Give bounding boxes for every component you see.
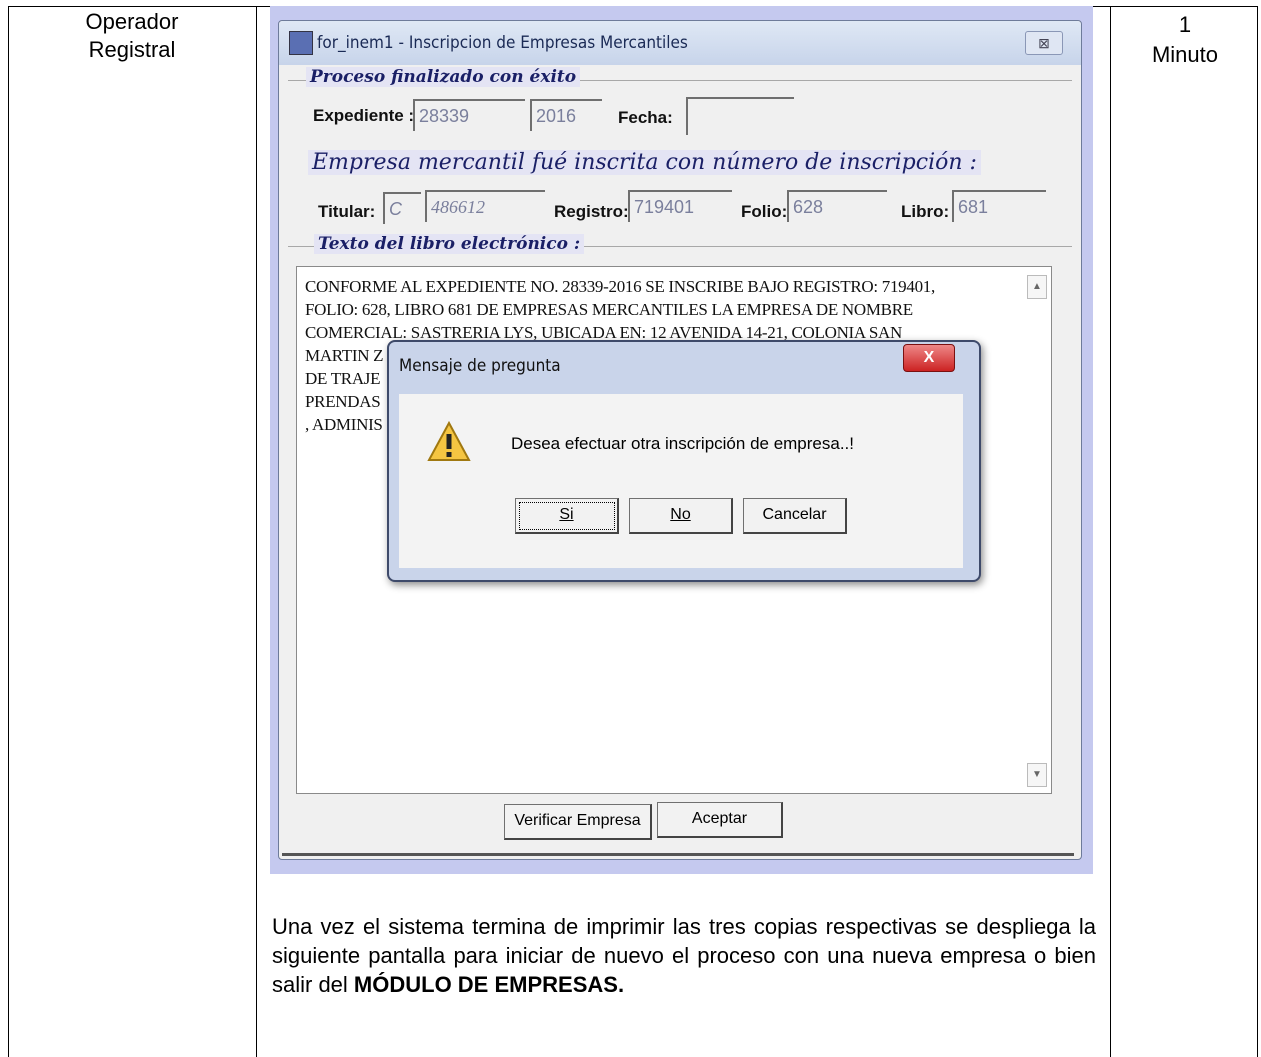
year-field[interactable]: 2016: [530, 99, 602, 131]
question-dialog: Mensaje de pregunta X Desea efectuar otr…: [387, 340, 981, 582]
fecha-label: Fecha:: [618, 108, 673, 127]
time-unit: Minuto: [1151, 42, 1219, 67]
inscription-heading: Empresa mercantil fué inscrita con númer…: [308, 150, 981, 175]
cancel-button[interactable]: Cancelar: [743, 498, 847, 534]
group-title-status: Proceso finalizado con éxito: [306, 67, 581, 87]
time-value: 1: [1178, 12, 1192, 37]
warning-icon: [427, 420, 471, 461]
window-title: for_inem1 - Inscripcion de Empresas Merc…: [317, 33, 688, 53]
folio-field[interactable]: 628: [787, 190, 887, 222]
libro-label: Libro:: [901, 202, 950, 221]
folio-label: Folio:: [741, 202, 788, 221]
dialog-close-icon[interactable]: X: [903, 344, 955, 372]
fecha-field[interactable]: [686, 97, 794, 135]
scroll-up-icon[interactable]: ▲: [1027, 275, 1047, 299]
verify-company-button[interactable]: Verificar Empresa: [504, 804, 652, 840]
registro-label: Registro:: [554, 202, 629, 221]
close-icon[interactable]: ⊠: [1025, 31, 1063, 55]
no-button[interactable]: No: [629, 498, 733, 534]
registro-field[interactable]: 719401: [628, 190, 732, 222]
time-cell: 1 Minuto: [1111, 10, 1259, 70]
dialog-body: Desea efectuar otra inscripción de empre…: [399, 394, 963, 568]
title-bar: for_inem1 - Inscripcion de Empresas Merc…: [279, 21, 1081, 65]
paragraph-bold: MÓDULO DE EMPRESAS.: [353, 972, 625, 997]
role-line: Registral: [88, 37, 176, 62]
titular-field-number[interactable]: 486612: [425, 190, 545, 222]
dialog-message: Desea efectuar otra inscripción de empre…: [511, 434, 855, 453]
window-bottom-edge: [282, 853, 1074, 856]
libro-field[interactable]: 681: [952, 190, 1046, 222]
expediente-label: Expediente :: [313, 106, 415, 125]
text-line: FOLIO: 628, LIBRO 681 DE EMPRESAS MERCAN…: [305, 300, 913, 319]
vertical-scrollbar[interactable]: ▲ ▼: [1025, 269, 1049, 791]
group-title-text: Texto del libro electrónico :: [314, 234, 585, 254]
column-divider: [1110, 6, 1111, 1057]
dialog-title: Mensaje de pregunta: [399, 356, 561, 376]
app-icon: [289, 31, 313, 55]
titular-field-letter[interactable]: C: [383, 192, 421, 224]
description-paragraph: Una vez el sistema termina de imprimir l…: [272, 912, 1096, 999]
role-line: Operador: [85, 9, 179, 34]
text-line: CONFORME AL EXPEDIENTE NO. 28339-2016 SE…: [305, 277, 935, 296]
column-divider: [256, 6, 257, 1057]
accept-button[interactable]: Aceptar: [657, 802, 783, 838]
titular-label: Titular:: [318, 202, 376, 221]
role-cell: Operador Registral: [8, 8, 256, 64]
expediente-field[interactable]: 28339: [413, 99, 525, 131]
yes-button[interactable]: Si: [515, 498, 619, 534]
scroll-down-icon[interactable]: ▼: [1027, 763, 1047, 787]
